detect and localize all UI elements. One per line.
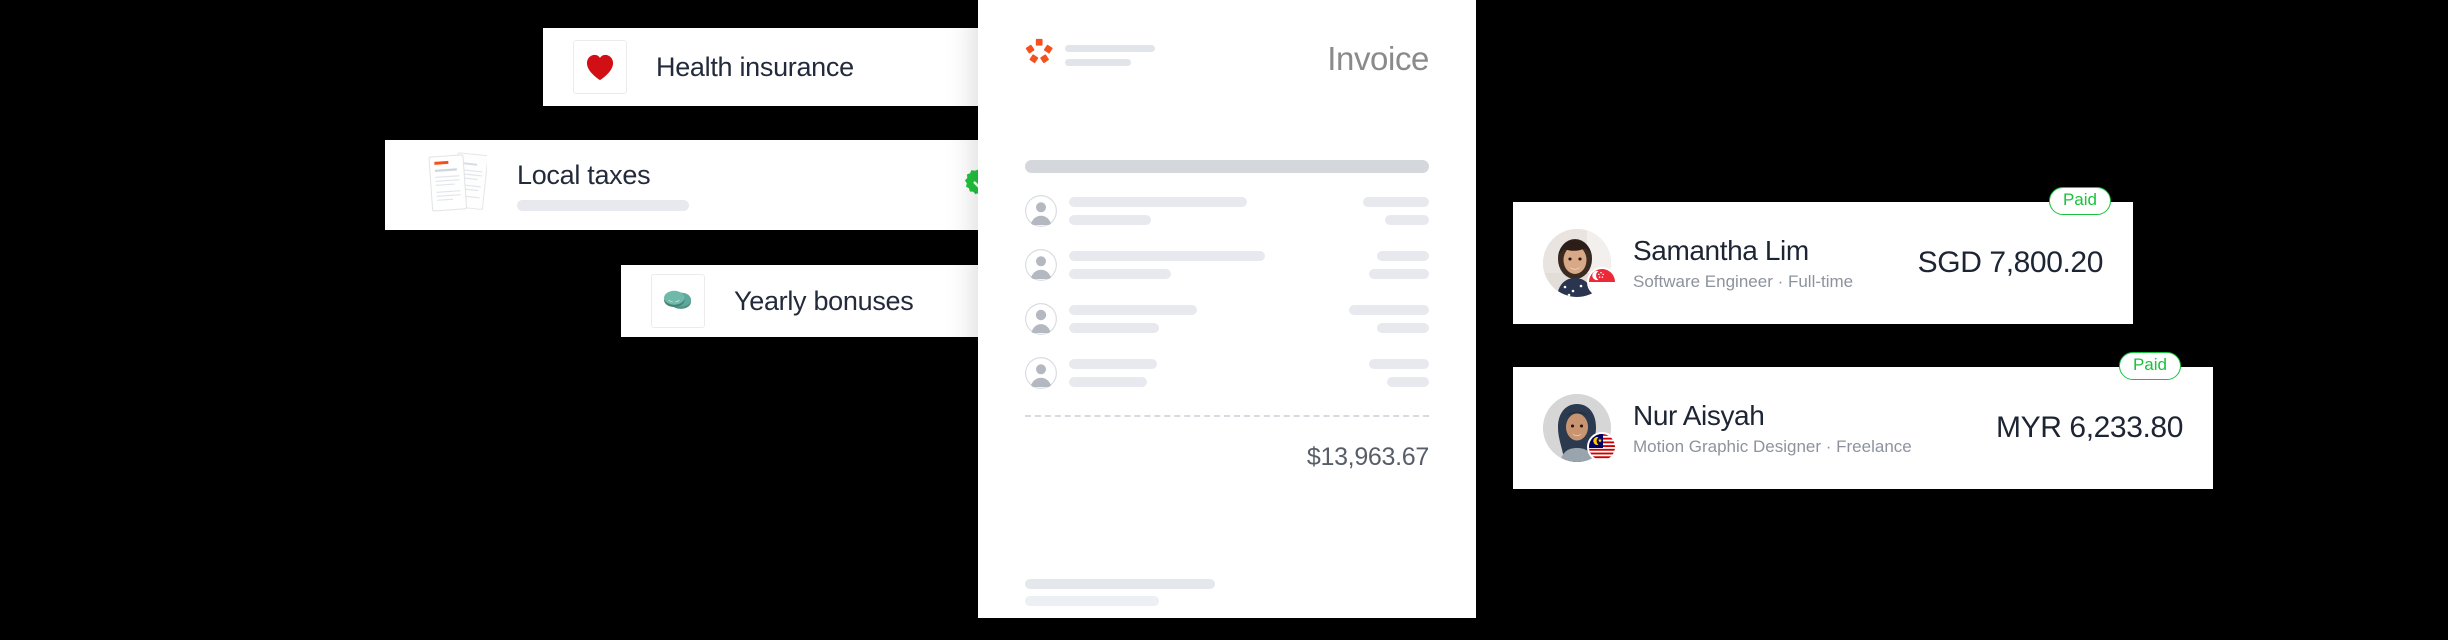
status-badge: Paid: [2048, 187, 2111, 215]
invoice-divider: [1025, 415, 1429, 417]
invoice-item-text: [1069, 305, 1349, 333]
malaysia-flag-icon: [1587, 432, 1617, 462]
person-avatar-icon: [1025, 195, 1057, 227]
feature-text-block: Health insurance: [656, 52, 854, 83]
avatar: [1543, 229, 1617, 297]
person-amount: SGD 7,800.20: [1917, 246, 2104, 279]
feature-text-block: Local taxes: [517, 160, 689, 211]
feature-text-block: Yearly bonuses: [734, 285, 914, 317]
invoice-item-text: [1069, 359, 1369, 387]
invoice-line-item: [1025, 249, 1429, 281]
invoice-title: Invoice: [1327, 40, 1429, 77]
feature-title: Local taxes: [517, 159, 651, 190]
person-amount: MYR 6,233.80: [1996, 411, 2183, 444]
person-info: Nur Aisyah Motion Graphic Designer · Fre…: [1633, 400, 1912, 457]
invoice-total-amount: $13,963.67: [1306, 443, 1429, 471]
invoice-item-amount: [1363, 197, 1429, 225]
documents-icon: [425, 150, 489, 221]
deel-flower-logo-icon: [1025, 38, 1053, 71]
person-avatar-icon: [1025, 357, 1057, 389]
invoice-item-amount: [1369, 359, 1429, 387]
heart-icon: [573, 40, 627, 94]
singapore-flag-icon: [1587, 267, 1617, 297]
invoice-line-item: [1025, 303, 1429, 335]
invoice-document: Invoice $13,963.67: [978, 0, 1476, 618]
invoice-item-text: [1069, 197, 1363, 225]
feature-card-local-taxes[interactable]: Local taxes: [385, 140, 1025, 230]
invoice-item-text: [1069, 251, 1369, 279]
person-info: Samantha Lim Software Engineer · Full-ti…: [1633, 235, 1853, 292]
avatar: [1543, 394, 1617, 462]
person-avatar-icon: [1025, 303, 1057, 335]
invoice-footer-placeholder: [1025, 579, 1215, 606]
invoice-item-amount: [1369, 251, 1429, 279]
skeleton-subtitle: [517, 199, 689, 211]
coins-icon: [651, 274, 705, 328]
invoice-brand: [1025, 38, 1155, 71]
invoice-section-bar: [1025, 160, 1429, 173]
person-card-samantha-lim[interactable]: Samantha Lim Software Engineer · Full-ti…: [1513, 187, 2133, 324]
composition-stage: Health insurance Local taxes Yearly bonu…: [0, 0, 2448, 640]
person-name: Nur Aisyah: [1633, 399, 1765, 431]
invoice-header: Invoice: [1025, 38, 1429, 75]
invoice-item-amount: [1349, 305, 1429, 333]
invoice-line-item: [1025, 357, 1429, 389]
invoice-brand-placeholder: [1065, 45, 1155, 66]
person-name: Samantha Lim: [1633, 234, 1809, 266]
person-avatar-icon: [1025, 249, 1057, 281]
status-badge: Paid: [2118, 352, 2181, 380]
invoice-line-item: [1025, 195, 1429, 227]
person-card-nur-aisyah[interactable]: Nur Aisyah Motion Graphic Designer · Fre…: [1513, 352, 2213, 489]
person-role: Software Engineer · Full-time: [1633, 271, 1854, 291]
feature-title: Yearly bonuses: [734, 285, 914, 316]
feature-title: Health insurance: [656, 51, 854, 82]
person-role: Motion Graphic Designer · Freelance: [1633, 436, 1912, 456]
